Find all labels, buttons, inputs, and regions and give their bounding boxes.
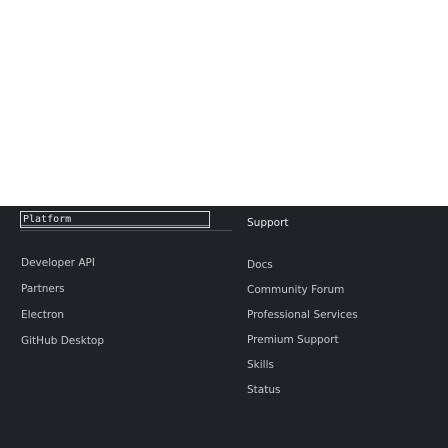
- footer-link-partners[interactable]: Partners: [21, 282, 211, 296]
- footer-column-platform: Developer API Partners Electron GitHub D…: [21, 256, 211, 360]
- footer-link-developer-api[interactable]: Developer API: [21, 256, 211, 270]
- page: Platform Developer API Partners Electron…: [0, 0, 448, 448]
- footer-link-premium-support[interactable]: Premium Support: [247, 333, 448, 347]
- platform-dropdown-underline: [21, 225, 209, 226]
- footer-column-support: Docs Community Forum Professional Servic…: [247, 258, 448, 408]
- footer-link-skills[interactable]: Skills: [247, 358, 448, 372]
- platform-dropdown[interactable]: Platform: [20, 211, 210, 228]
- footer-link-docs[interactable]: Docs: [247, 258, 448, 272]
- footer-divider: [20, 230, 232, 231]
- footer-link-electron[interactable]: Electron: [21, 308, 211, 322]
- footer-heading-support: Support: [247, 217, 289, 229]
- footer-link-community-forum[interactable]: Community Forum: [247, 283, 448, 297]
- footer-link-status[interactable]: Status: [247, 383, 448, 397]
- footer-link-professional-services[interactable]: Professional Services: [247, 308, 448, 322]
- footer-link-github-desktop[interactable]: GitHub Desktop: [21, 334, 211, 348]
